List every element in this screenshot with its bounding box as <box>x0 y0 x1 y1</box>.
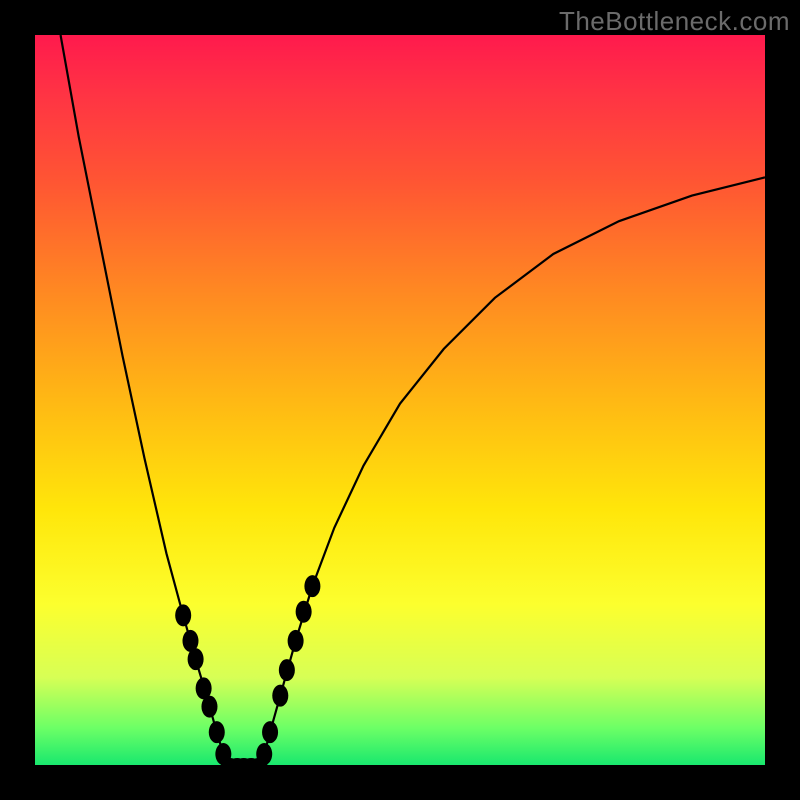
curve-left <box>61 35 230 765</box>
watermark-text: TheBottleneck.com <box>559 6 790 37</box>
data-marker <box>209 721 225 743</box>
outer-frame: TheBottleneck.com <box>0 0 800 800</box>
data-marker <box>175 604 191 626</box>
data-marker <box>188 648 204 670</box>
chart-svg <box>35 35 765 765</box>
marker-group <box>175 575 320 765</box>
data-marker <box>272 685 288 707</box>
data-marker <box>201 696 217 718</box>
plot-area <box>35 35 765 765</box>
data-marker <box>288 630 304 652</box>
data-marker <box>279 659 295 681</box>
data-marker <box>304 575 320 597</box>
curve-right <box>258 177 765 765</box>
data-marker <box>262 721 278 743</box>
data-marker <box>296 601 312 623</box>
